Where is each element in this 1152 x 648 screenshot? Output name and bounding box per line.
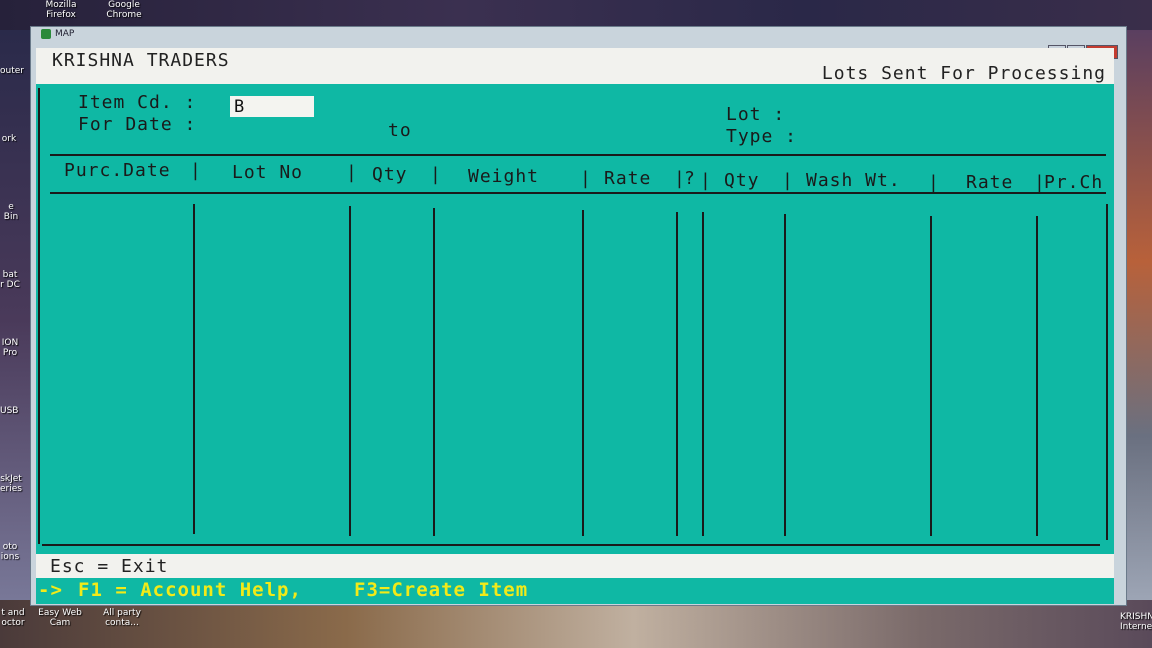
for-date-label: For Date : (78, 114, 197, 135)
col-qty: Qty (372, 164, 408, 185)
to-label: to (388, 120, 412, 141)
col-divider (676, 212, 678, 536)
header-bar: KRISHNA TRADERS Lots Sent For Processing (36, 48, 1114, 84)
col-separator: | (190, 160, 201, 181)
window-titlebar: MAP (41, 29, 74, 39)
col-divider (1036, 216, 1038, 536)
item-code-label: Item Cd. : (78, 92, 197, 113)
desktop-icon-firefox[interactable]: Mozilla Firefox (44, 0, 78, 20)
desktop-icon-acrobat[interactable]: bat r DC (0, 270, 20, 290)
col-separator: | (346, 162, 357, 183)
col-qty-2: Qty (724, 170, 760, 191)
item-code-input[interactable] (230, 96, 314, 117)
desktop-icon-all-party[interactable]: All party conta... (100, 608, 144, 628)
window-title: MAP (55, 29, 75, 39)
col-separator: | (700, 170, 711, 191)
col-divider (702, 212, 704, 536)
desktop-icon-computer[interactable]: outer (0, 66, 24, 76)
col-weight: Weight (468, 166, 540, 187)
table-bottom-rule (42, 544, 1100, 546)
col-divider (784, 214, 786, 536)
table-header-rule (50, 192, 1106, 194)
desktop-icon-recycle-bin[interactable]: e Bin (0, 202, 22, 222)
col-divider (349, 206, 351, 536)
col-divider (193, 204, 195, 534)
help-bar: -> F1 = Account Help, F3=Create Item (36, 578, 1114, 602)
arrow-prompt: -> (38, 579, 63, 601)
desktop-bottom (0, 600, 1152, 648)
type-label: Type : (726, 126, 798, 147)
desktop-icon-doctor[interactable]: t and octor (0, 608, 26, 628)
right-border (1106, 204, 1108, 540)
desktop-icon-usb[interactable]: USB (0, 406, 18, 416)
col-separator: | (928, 172, 939, 193)
lot-label: Lot : (726, 104, 786, 125)
col-divider (930, 216, 932, 536)
desktop-icon-network[interactable]: ork (0, 134, 18, 144)
col-rate-2: Rate (966, 172, 1014, 193)
screen-title: Lots Sent For Processing (821, 63, 1106, 84)
app-icon (41, 29, 51, 39)
desktop-icon-deskjet[interactable]: skJet eries (0, 474, 22, 494)
f1-account-help[interactable]: F1 = Account Help, (78, 579, 302, 601)
col-question: ? (684, 168, 696, 189)
col-purc-date: Purc.Date (64, 160, 171, 181)
f3-create-item[interactable]: F3=Create Item (354, 579, 528, 601)
table-top-rule (50, 154, 1106, 156)
desktop-icon-ion-pro[interactable]: ION Pro (0, 338, 20, 358)
desktop-icon-easy-web-cam[interactable]: Easy Web Cam (38, 608, 82, 628)
col-separator: | (580, 168, 591, 189)
company-name: KRISHNA TRADERS (52, 50, 230, 71)
desktop-icon-chrome[interactable]: Google Chrome (104, 0, 144, 20)
col-divider (433, 208, 435, 536)
footer-bar: Esc = Exit (36, 554, 1114, 578)
col-separator: | (782, 170, 793, 191)
col-separator: | (430, 164, 441, 185)
col-divider (582, 210, 584, 536)
esc-exit-hint: Esc = Exit (50, 556, 169, 577)
console-screen: KRISHNA TRADERS Lots Sent For Processing… (36, 48, 1114, 604)
col-wash-wt: Wash Wt. (806, 170, 901, 191)
col-rate: Rate (604, 168, 652, 189)
col-pr-ch: Pr.Ch (1044, 172, 1104, 193)
desktop-left (0, 30, 30, 610)
left-border (38, 88, 40, 544)
col-lot-no: Lot No (232, 162, 304, 183)
form-area: Item Cd. : For Date : to Lot : Type : Pu… (36, 84, 1114, 554)
desktop-icon-krishna[interactable]: KRISHN Interne (1120, 612, 1152, 632)
desktop-icon-photo[interactable]: oto ions (0, 542, 20, 562)
